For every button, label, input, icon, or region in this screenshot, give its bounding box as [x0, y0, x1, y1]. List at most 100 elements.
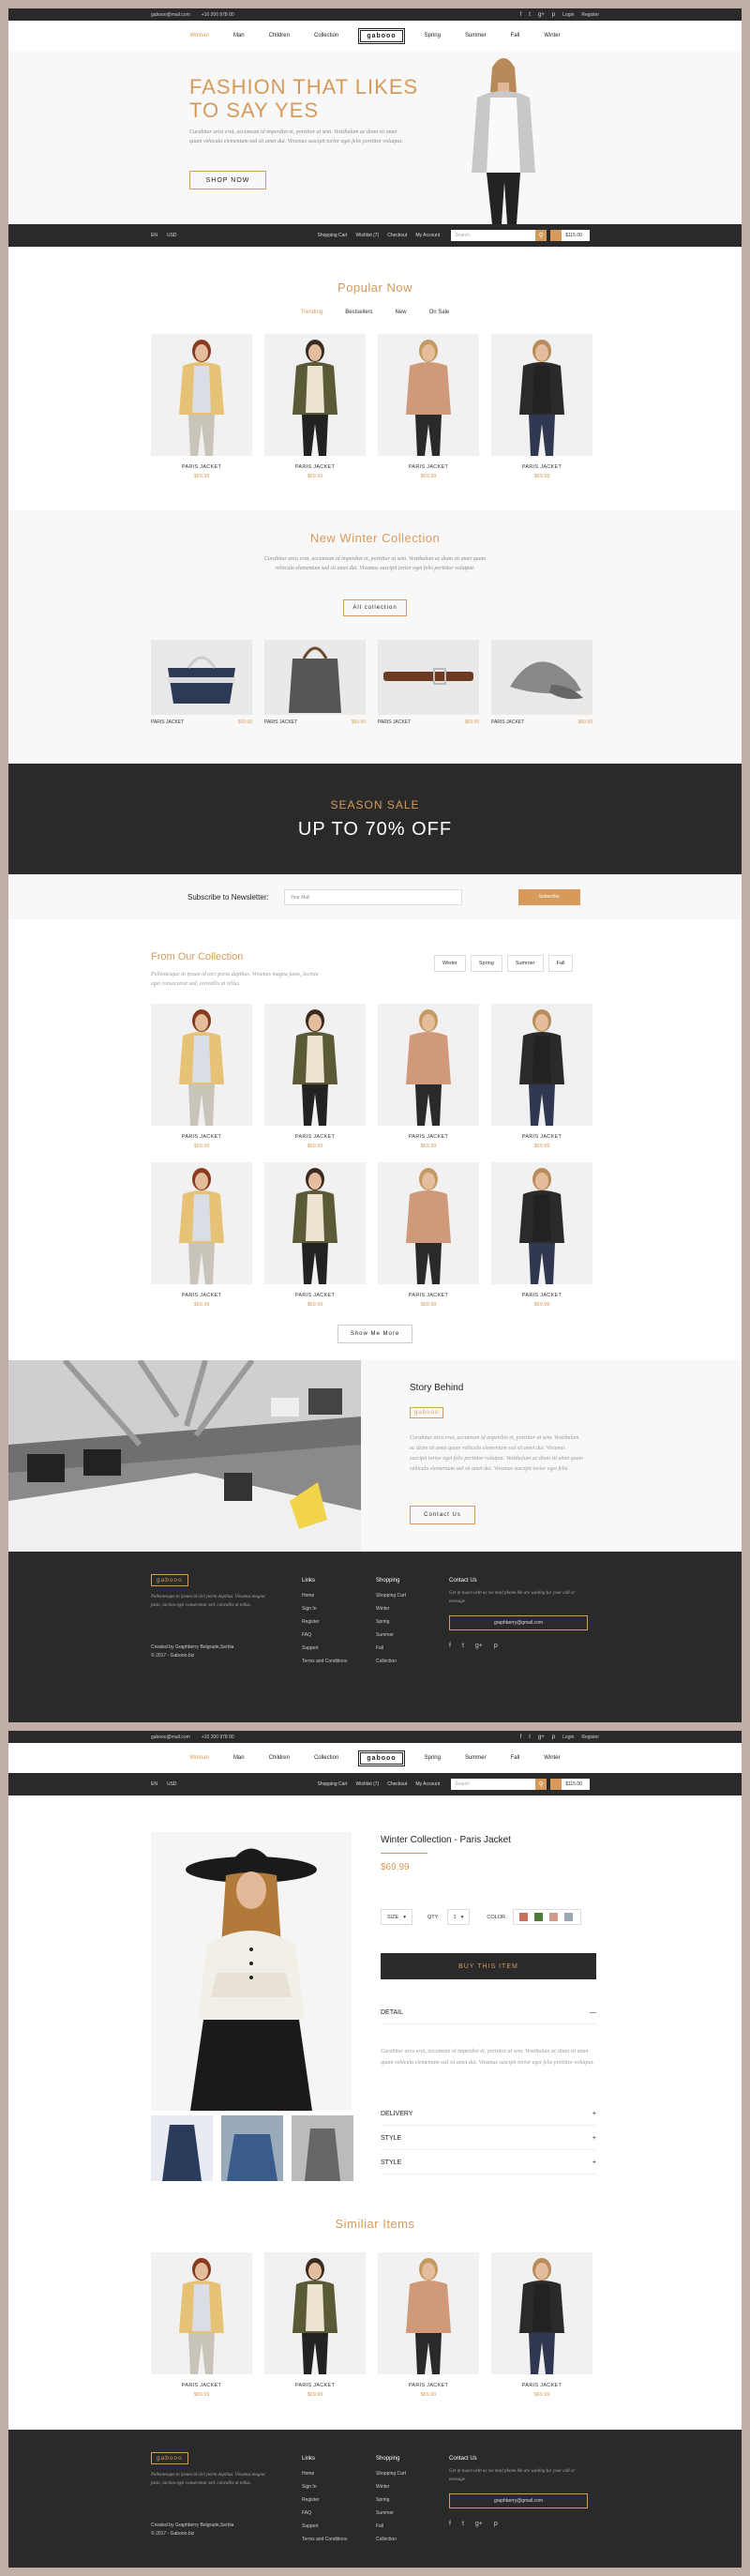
wishlist-link[interactable]: Wishlist (7): [355, 1781, 379, 1787]
color-swatch[interactable]: [518, 1913, 528, 1921]
topbar-email[interactable]: gabooo@mail.com: [151, 12, 190, 18]
pinterest-icon[interactable]: p: [494, 1640, 498, 1653]
nav-man[interactable]: Man: [221, 33, 257, 38]
footer-link[interactable]: Fall: [376, 1642, 406, 1655]
color-swatch[interactable]: [563, 1913, 573, 1921]
search-input[interactable]: Search: [451, 230, 536, 241]
footer-link[interactable]: Winter: [376, 2480, 406, 2493]
logo[interactable]: gabooo: [360, 29, 403, 42]
footer-link[interactable]: Home: [302, 2467, 347, 2480]
nav-collection[interactable]: Collection: [302, 33, 351, 38]
footer-link[interactable]: Fall: [376, 2520, 406, 2533]
search-input[interactable]: Search: [451, 1779, 536, 1790]
footer-link[interactable]: Winter: [376, 1602, 406, 1615]
nav-woman[interactable]: Woman: [177, 33, 221, 38]
color-swatch[interactable]: [548, 1913, 558, 1921]
product-card[interactable]: PARIS JACKET $69.99: [151, 334, 252, 479]
tab-new[interactable]: New: [396, 310, 407, 315]
footer-link[interactable]: Summer: [376, 2507, 406, 2520]
tab-on-sale[interactable]: On Sale: [429, 310, 450, 315]
nav-collection[interactable]: Collection: [302, 1755, 351, 1761]
delivery-accordion[interactable]: DELIVERY +: [381, 2111, 596, 2126]
footer-logo[interactable]: gabooo: [151, 2452, 188, 2464]
nav-man[interactable]: Man: [221, 1755, 257, 1761]
thumbnail[interactable]: [151, 2115, 213, 2181]
filter-spring[interactable]: Spring: [470, 955, 502, 972]
size-select[interactable]: SIZE ▾: [381, 1909, 412, 1925]
product-card[interactable]: PARIS JACKET $69.99: [264, 1162, 366, 1308]
nav-fall[interactable]: Fall: [499, 33, 532, 38]
product-card[interactable]: PARIS JACKET $69.99: [491, 1004, 592, 1149]
product-card[interactable]: PARIS JACKET $69.99: [151, 2252, 252, 2398]
newsletter-email-input[interactable]: Your Mail: [283, 888, 462, 905]
cart-icon[interactable]: [550, 230, 562, 241]
google-plus-icon[interactable]: g+: [475, 1640, 483, 1653]
pinterest-icon[interactable]: p: [494, 2518, 498, 2531]
filter-summer[interactable]: Summer: [506, 955, 544, 972]
search-icon[interactable]: ⚲: [535, 1779, 548, 1790]
filter-fall[interactable]: Fall: [548, 955, 574, 972]
register-link[interactable]: Register: [581, 12, 599, 18]
style-accordion[interactable]: STYLE +: [381, 2135, 596, 2150]
footer-link[interactable]: Home: [302, 1589, 347, 1602]
nav-spring[interactable]: Spring: [412, 1755, 453, 1761]
google-plus-icon[interactable]: g+: [475, 2518, 483, 2531]
pinterest-icon[interactable]: p: [552, 12, 555, 18]
product-card[interactable]: PARIS JACKET $69.99: [378, 1004, 479, 1149]
pinterest-icon[interactable]: p: [552, 1735, 555, 1740]
shopping-cart-link[interactable]: Shopping Cart: [318, 233, 348, 238]
accessory-card[interactable]: PARIS JACKET $69.99: [264, 640, 366, 725]
product-card[interactable]: PARIS JACKET $69.99: [264, 334, 366, 479]
language-select[interactable]: EN: [151, 1781, 158, 1787]
facebook-icon[interactable]: f: [449, 1640, 451, 1653]
contact-us-button[interactable]: Contact Us: [410, 1506, 475, 1524]
nav-winter[interactable]: Winter: [532, 1755, 572, 1761]
footer-email[interactable]: graphberry@gmail.com: [449, 1615, 588, 1630]
nav-winter[interactable]: Winter: [532, 33, 572, 38]
footer-link[interactable]: Collection: [376, 2533, 406, 2546]
cart-icon[interactable]: [550, 1779, 562, 1790]
facebook-icon[interactable]: f: [520, 1735, 522, 1740]
footer-link[interactable]: FAQ: [302, 1629, 347, 1642]
footer-email[interactable]: graphberry@gmail.com: [449, 2493, 588, 2508]
language-select[interactable]: EN: [151, 233, 158, 238]
footer-link[interactable]: FAQ: [302, 2507, 347, 2520]
product-card[interactable]: PARIS JACKET $69.99: [264, 1004, 366, 1149]
product-card[interactable]: PARIS JACKET $69.99: [491, 1162, 592, 1308]
nav-summer[interactable]: Summer: [453, 33, 499, 38]
footer-link[interactable]: Support: [302, 2520, 347, 2533]
my-account-link[interactable]: My Account: [415, 1781, 440, 1787]
footer-link[interactable]: Terms and Conditions: [302, 1655, 347, 1668]
nav-fall[interactable]: Fall: [499, 1755, 532, 1761]
thumbnail[interactable]: [292, 2115, 353, 2181]
checkout-link[interactable]: Checkout: [387, 1781, 407, 1787]
color-swatch[interactable]: [533, 1913, 543, 1921]
logo[interactable]: gabooo: [360, 1751, 403, 1765]
footer-logo[interactable]: gabooo: [151, 1574, 188, 1586]
footer-link[interactable]: Summer: [376, 1629, 406, 1642]
detail-accordion[interactable]: DETAIL —: [381, 2009, 596, 2024]
subscribe-button[interactable]: Subscribe: [518, 888, 580, 905]
footer-link[interactable]: Shopping Cart: [376, 1589, 406, 1602]
qty-select[interactable]: 1 ▾: [446, 1909, 471, 1925]
accessory-card[interactable]: PARIS JACKET $69.99: [378, 640, 479, 725]
accessory-card[interactable]: PARIS JACKET $69.99: [491, 640, 592, 725]
nav-spring[interactable]: Spring: [412, 33, 453, 38]
footer-link[interactable]: Sign In: [302, 2480, 347, 2493]
buy-button[interactable]: BUY THIS ITEM: [381, 1953, 596, 1979]
facebook-icon[interactable]: f: [520, 12, 522, 18]
footer-link[interactable]: Register: [302, 2493, 347, 2507]
tab-bestsellers[interactable]: Bestsellers: [345, 310, 372, 315]
register-link[interactable]: Register: [581, 1735, 599, 1740]
topbar-email[interactable]: gabooo@mail.com: [151, 1735, 190, 1740]
twitter-icon[interactable]: t: [462, 1640, 464, 1653]
product-card[interactable]: PARIS JACKET $69.99: [378, 334, 479, 479]
currency-select[interactable]: USD: [167, 233, 177, 238]
nav-summer[interactable]: Summer: [453, 1755, 499, 1761]
product-main-image[interactable]: [151, 1832, 352, 2111]
shopping-cart-link[interactable]: Shopping Cart: [318, 1781, 348, 1787]
twitter-icon[interactable]: t: [462, 2518, 464, 2531]
product-card[interactable]: PARIS JACKET $69.99: [378, 2252, 479, 2398]
product-card[interactable]: PARIS JACKET $69.99: [264, 2252, 366, 2398]
google-plus-icon[interactable]: g+: [538, 12, 545, 18]
